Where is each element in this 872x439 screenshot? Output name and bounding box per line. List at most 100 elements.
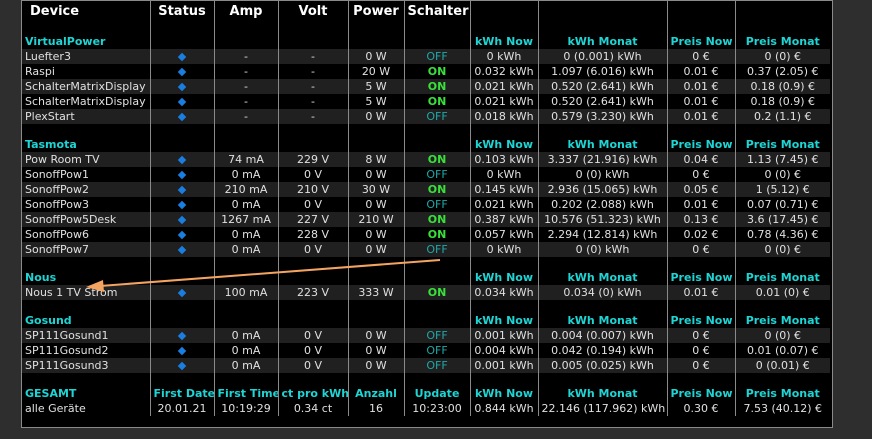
group-spacer-cell [277,313,348,328]
device-kwh-now: 0.018 kWh [469,109,538,124]
device-kwh-now: 0.034 kWh [469,285,538,300]
device-volt: 223 V [277,285,348,300]
spacer-cell [347,373,404,386]
spacer-cell [213,257,278,270]
summary-value: 0.30 € [666,401,735,416]
device-kwh-month: 10.576 (51.323) kWh [537,212,667,227]
device-price-now: 0.01 € [666,79,735,94]
spacer-cell [277,300,348,313]
device-name: PlexStart [22,109,150,124]
group-column-label: kWh Monat [537,270,667,285]
device-switch-toggle[interactable]: OFF [403,167,470,182]
device-volt: 0 V [277,167,348,182]
device-switch-toggle[interactable]: ON [403,94,470,109]
device-switch-toggle[interactable]: OFF [403,197,470,212]
header-cell: Status [149,1,214,21]
header-cell [537,1,667,21]
group-column-label: kWh Monat [537,137,667,152]
device-switch-toggle[interactable]: ON [403,152,470,167]
spacer-cell [149,21,214,34]
device-power: 0 W [347,343,404,358]
power-table: Device Status Amp Volt Power Schalter VirtualP… [22,1,830,416]
spacer-cell [347,21,404,34]
device-price-now: 0 € [666,343,735,358]
device-kwh-now: 0 kWh [469,242,538,257]
device-kwh-month: 3.337 (21.916) kWh [537,152,667,167]
device-price-month: 1.13 (7.45) € [734,152,830,167]
spacer-cell [537,257,667,270]
device-row: Raspi - -20 W ON 0.032 kWh 1.097 (6.016) kWh 0… [22,64,830,79]
device-power: 0 W [347,109,404,124]
group-spacer-cell [403,313,470,328]
device-status [149,227,214,242]
spacer-cell [403,373,470,386]
device-switch-toggle[interactable]: OFF [403,242,470,257]
spacer-cell [277,257,348,270]
group-column-label: kWh Now [469,34,538,49]
spacer-cell [469,124,538,137]
device-kwh-now: 0 kWh [469,167,538,182]
header-row: Device Status Amp Volt Power Schalter [22,1,830,21]
device-row: SonoffPow5Desk 1267 mA 227 V 210 W ON 0.387 k… [22,212,830,227]
spacer-cell [666,257,735,270]
device-kwh-month: 0.034 (0) kWh [537,285,667,300]
device-price-now: 0.04 € [666,152,735,167]
device-switch-toggle[interactable]: OFF [403,343,470,358]
group-spacer-cell [213,270,278,285]
device-price-month: 0.37 (2.05) € [734,64,830,79]
device-volt: 0 V [277,358,348,373]
device-kwh-now: 0.021 kWh [469,197,538,212]
device-amp: 100 mA [213,285,278,300]
status-diamond-icon [177,82,187,92]
device-kwh-month: 0.579 (3.230) kWh [537,109,667,124]
device-price-month: 0 (0) € [734,49,830,64]
spacer-cell [734,300,830,313]
device-status [149,343,214,358]
device-switch-toggle[interactable]: OFF [403,109,470,124]
device-volt: - [277,79,348,94]
device-kwh-month: 2.936 (15.065) kWh [537,182,667,197]
spacer-cell [277,124,348,137]
device-price-month: 0 (0) € [734,167,830,182]
device-switch-toggle[interactable]: ON [403,79,470,94]
spacer-cell [347,300,404,313]
group-spacer-cell [403,270,470,285]
device-name: Raspi [25,65,55,78]
device-amp: - [213,109,278,124]
group-spacer-cell [277,270,348,285]
device-switch-toggle[interactable]: ON [403,285,470,300]
device-volt: 210 V [277,182,348,197]
device-volt: 0 V [277,197,348,212]
device-amp: 210 mA [213,182,278,197]
device-switch-toggle[interactable]: OFF [403,358,470,373]
device-name: SchalterMatrixDisplay [22,79,150,94]
group-spacer-cell [213,313,278,328]
device-switch-toggle[interactable]: OFF [403,49,470,64]
device-price-month: 1 (5.12) € [734,182,830,197]
device-power: 8 W [347,152,404,167]
group-column-label: kWh Monat [537,313,667,328]
device-status [149,94,214,109]
summary-value: alle Geräte [25,402,86,415]
device-switch-toggle[interactable]: ON [403,64,470,79]
group-column-label: kWh Monat [537,34,667,49]
device-switch-toggle[interactable]: ON [403,182,470,197]
spacer-cell [22,300,150,313]
device-kwh-month: 0 (0.001) kWh [537,49,667,64]
device-price-now: 0.01 € [666,285,735,300]
status-diamond-icon [177,52,187,62]
group-spacer-cell [347,313,404,328]
device-name: SP111Gosund2 [25,344,109,357]
device-volt: 0 V [277,328,348,343]
group-column-label: Preis Now [666,34,735,49]
device-amp: - [213,94,278,109]
device-switch-toggle[interactable]: ON [403,212,470,227]
device-name: SonoffPow3 [25,198,89,211]
device-name: SchalterMatrixDisplay [25,95,146,108]
summary-label: GESAMT [25,387,77,400]
device-switch-toggle[interactable]: OFF [403,328,470,343]
device-power: 0 W [347,242,404,257]
spacer-cell [403,21,470,34]
group-header-row: VirtualPower kWh Now kWh Monat Preis Now Pre… [22,34,830,49]
device-switch-toggle[interactable]: ON [403,227,470,242]
